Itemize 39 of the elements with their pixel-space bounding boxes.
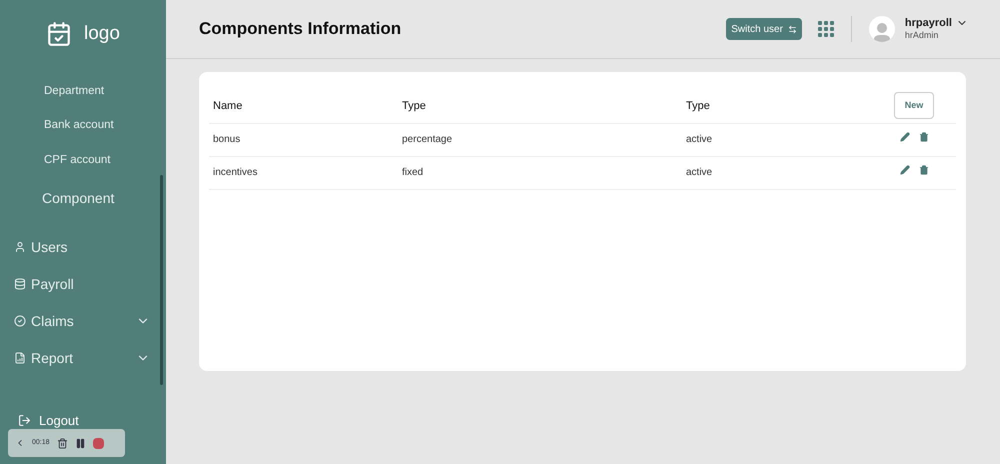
logout-icon	[18, 414, 31, 427]
user-icon	[14, 241, 26, 253]
switch-user-button[interactable]: Switch user	[726, 18, 802, 40]
database-icon	[14, 278, 26, 290]
sidebar-subitem[interactable]: CPF account	[44, 152, 110, 169]
sidebar-subitem[interactable]: Component	[42, 188, 114, 209]
delete-icon[interactable]	[919, 165, 929, 175]
column-header: Name	[213, 100, 242, 112]
new-button[interactable]: New	[894, 92, 934, 120]
table-cell: active	[686, 167, 712, 178]
pause-icon[interactable]	[74, 438, 86, 448]
report-icon	[14, 352, 26, 364]
table-cell: active	[686, 134, 712, 145]
sidebar-item[interactable]: Claims	[14, 310, 136, 332]
logout-link[interactable]: Logout	[39, 414, 79, 427]
column-header: Type	[686, 100, 710, 112]
user-name[interactable]: hrpayroll	[904, 16, 952, 30]
column-header: Type	[402, 100, 426, 112]
table-cell: bonus	[213, 134, 240, 145]
table-cell: incentives	[213, 167, 258, 178]
sidebar-subitem[interactable]: Bank account	[44, 117, 114, 134]
sidebar-item[interactable]: Payroll	[14, 274, 150, 294]
page-title: Components Information	[199, 18, 402, 40]
apps-grid-icon[interactable]	[818, 21, 834, 37]
delete-icon[interactable]	[919, 132, 929, 142]
sidebar-item[interactable]: Report	[14, 348, 136, 368]
sidebar-subitem[interactable]: Department	[44, 82, 104, 100]
sidebar-item[interactable]: Users	[14, 236, 150, 258]
stop-button[interactable]	[92, 438, 104, 448]
switch-icon	[788, 24, 797, 34]
table-cell: percentage	[402, 134, 452, 145]
table-cell: fixed	[402, 167, 424, 178]
user-role: hrAdmin	[904, 30, 940, 42]
calendar-icon	[46, 21, 72, 47]
trash-icon[interactable]	[56, 438, 68, 448]
check-icon	[14, 315, 26, 327]
logo-text: logo	[84, 22, 120, 46]
edit-icon[interactable]	[900, 165, 910, 175]
edit-icon[interactable]	[900, 132, 910, 142]
